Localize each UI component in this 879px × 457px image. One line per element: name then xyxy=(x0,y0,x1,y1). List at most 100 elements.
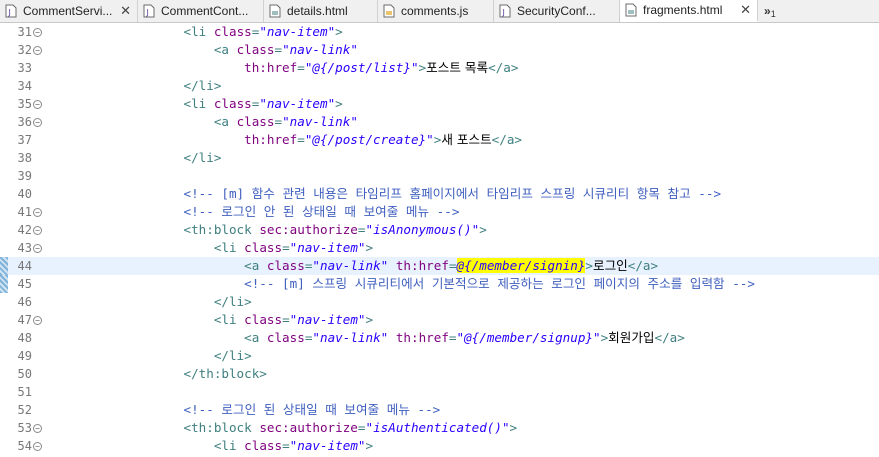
line-number: 38 xyxy=(17,151,32,165)
fold-collapse-icon[interactable]: − xyxy=(33,118,42,127)
code-text: <a class="nav-link" xyxy=(47,41,358,59)
tab-label: SecurityConf... xyxy=(517,4,596,18)
code-line[interactable]: 54− <li class="nav-item"> xyxy=(0,437,879,455)
code-text: <li class="nav-item"> xyxy=(47,23,342,41)
code-token: sec:authorize xyxy=(259,222,358,237)
tab-overflow-button[interactable]: » 1 xyxy=(758,0,776,22)
code-line[interactable]: 48 <a class="nav-link" th:href="@{/membe… xyxy=(0,329,879,347)
line-number: 44 xyxy=(17,259,32,273)
code-text: <!-- 로그인 안 된 상태일 때 보여줄 메뉴 --> xyxy=(47,203,459,221)
line-gutter: 54− xyxy=(0,437,44,455)
code-line[interactable]: 49 </li> xyxy=(0,347,879,365)
line-number: 54 xyxy=(17,439,32,453)
line-gutter: 50 xyxy=(0,365,44,383)
fold-collapse-icon[interactable]: − xyxy=(33,424,42,433)
code-token: "isAnonymous()" xyxy=(365,222,480,237)
fold-collapse-icon[interactable]: − xyxy=(33,208,42,217)
code-text: <!-- [m] 함수 관련 내용은 타임리프 홈페이지에서 타임리프 스프링 … xyxy=(47,185,721,203)
line-gutter: 39 xyxy=(0,167,44,185)
code-line[interactable]: 44 <a class="nav-link" th:href=@{/member… xyxy=(0,257,879,275)
code-text: </li> xyxy=(47,77,221,95)
fold-collapse-icon[interactable]: − xyxy=(33,244,42,253)
fold-collapse-icon[interactable]: − xyxy=(33,226,42,235)
svg-text:J: J xyxy=(8,8,11,17)
code-line[interactable]: 52 <!-- 로그인 된 상태일 때 보여줄 메뉴 --> xyxy=(0,401,879,419)
code-token: th:href xyxy=(395,258,449,273)
tab-3[interactable]: comments.js xyxy=(378,0,494,22)
code-line[interactable]: 39 xyxy=(0,167,879,185)
code-line[interactable]: 46 </li> xyxy=(0,293,879,311)
code-line[interactable]: 33 th:href="@{/post/list}">포스트 목록</a> xyxy=(0,59,879,77)
code-line[interactable]: 36− <a class="nav-link" xyxy=(0,113,879,131)
code-line[interactable]: 45 <!-- [m] 스프링 시큐리티에서 기본적으로 제공하는 로그인 페이… xyxy=(0,275,879,293)
line-number: 47 xyxy=(17,313,32,327)
code-token: = xyxy=(448,330,457,345)
code-token: = xyxy=(297,132,305,147)
code-token: "nav-link" xyxy=(312,330,389,345)
line-gutter: 38 xyxy=(0,149,44,167)
code-line[interactable]: 40 <!-- [m] 함수 관련 내용은 타임리프 홈페이지에서 타임리프 스… xyxy=(0,185,879,203)
code-token: th:href xyxy=(395,330,449,345)
code-line[interactable]: 31− <li class="nav-item"> xyxy=(0,23,879,41)
tab-label: comments.js xyxy=(401,4,469,18)
fold-collapse-icon[interactable]: − xyxy=(33,28,42,37)
tab-0[interactable]: J CommentServi... ✕ xyxy=(0,0,138,22)
code-text: </th:block> xyxy=(47,365,266,383)
line-gutter: 32− xyxy=(0,41,44,59)
line-gutter: 46 xyxy=(0,293,44,311)
fold-collapse-icon[interactable]: − xyxy=(33,46,42,55)
code-text: <a class="nav-link" th:href=@{/member/si… xyxy=(47,257,658,275)
line-gutter: 34 xyxy=(0,77,44,95)
code-token: class xyxy=(236,42,275,57)
code-token: <li xyxy=(213,438,245,453)
line-gutter: 37 xyxy=(0,131,44,149)
code-token: <th:block xyxy=(183,222,260,237)
code-text: <li class="nav-item"> xyxy=(47,311,373,329)
code-token: > xyxy=(479,222,487,237)
tab-2[interactable]: details.html xyxy=(264,0,378,22)
code-line[interactable]: 38 </li> xyxy=(0,149,879,167)
code-line[interactable]: 37 th:href="@{/post/create}">새 포스트</a> xyxy=(0,131,879,149)
close-icon[interactable]: ✕ xyxy=(112,3,131,19)
code-text: th:href="@{/post/create}">새 포스트</a> xyxy=(47,131,522,149)
code-token: <a xyxy=(213,42,237,57)
fold-collapse-icon[interactable]: − xyxy=(33,100,42,109)
code-token: > xyxy=(365,240,374,255)
code-token: <li xyxy=(213,240,245,255)
close-icon[interactable]: ✕ xyxy=(732,2,751,18)
fold-collapse-icon[interactable]: − xyxy=(33,442,42,451)
tab-4[interactable]: J SecurityConf... xyxy=(494,0,620,22)
code-line[interactable]: 50 </th:block> xyxy=(0,365,879,383)
code-line[interactable]: 53− <th:block sec:authorize="isAuthentic… xyxy=(0,419,879,437)
code-token: "@{/post/create}" xyxy=(304,132,434,147)
js-file-icon xyxy=(382,4,396,18)
line-number: 32 xyxy=(17,43,32,57)
line-gutter: 40 xyxy=(0,185,44,203)
line-gutter: 52 xyxy=(0,401,44,419)
line-gutter: 48 xyxy=(0,329,44,347)
java-file-icon: J xyxy=(142,4,156,18)
line-gutter: 31− xyxy=(0,23,44,41)
line-number: 46 xyxy=(17,295,32,309)
code-line[interactable]: 32− <a class="nav-link" xyxy=(0,41,879,59)
tab-1[interactable]: J CommentCont... xyxy=(138,0,264,22)
code-line[interactable]: 41− <!-- 로그인 안 된 상태일 때 보여줄 메뉴 --> xyxy=(0,203,879,221)
code-line[interactable]: 43− <li class="nav-item"> xyxy=(0,239,879,257)
code-line[interactable]: 34 </li> xyxy=(0,77,879,95)
code-line[interactable]: 35− <li class="nav-item"> xyxy=(0,95,879,113)
line-number: 36 xyxy=(17,115,32,129)
tab-5[interactable]: fragments.html ✕ xyxy=(620,0,758,22)
code-editor[interactable]: 31− <li class="nav-item"> 32− <a class="n… xyxy=(0,23,879,457)
code-token: <!-- 로그인 된 상태일 때 보여줄 메뉴 --> xyxy=(183,402,441,417)
fold-collapse-icon[interactable]: − xyxy=(33,316,42,325)
svg-text:J: J xyxy=(146,8,149,17)
code-line[interactable]: 47− <li class="nav-item"> xyxy=(0,311,879,329)
code-token: 새 포스트 xyxy=(441,132,492,147)
code-line[interactable]: 51 xyxy=(0,383,879,401)
code-token: "nav-item" xyxy=(289,438,366,453)
code-line[interactable]: 42− <th:block sec:authorize="isAnonymous… xyxy=(0,221,879,239)
code-token: "nav-link" xyxy=(282,42,358,57)
code-token: th:href xyxy=(244,60,298,75)
